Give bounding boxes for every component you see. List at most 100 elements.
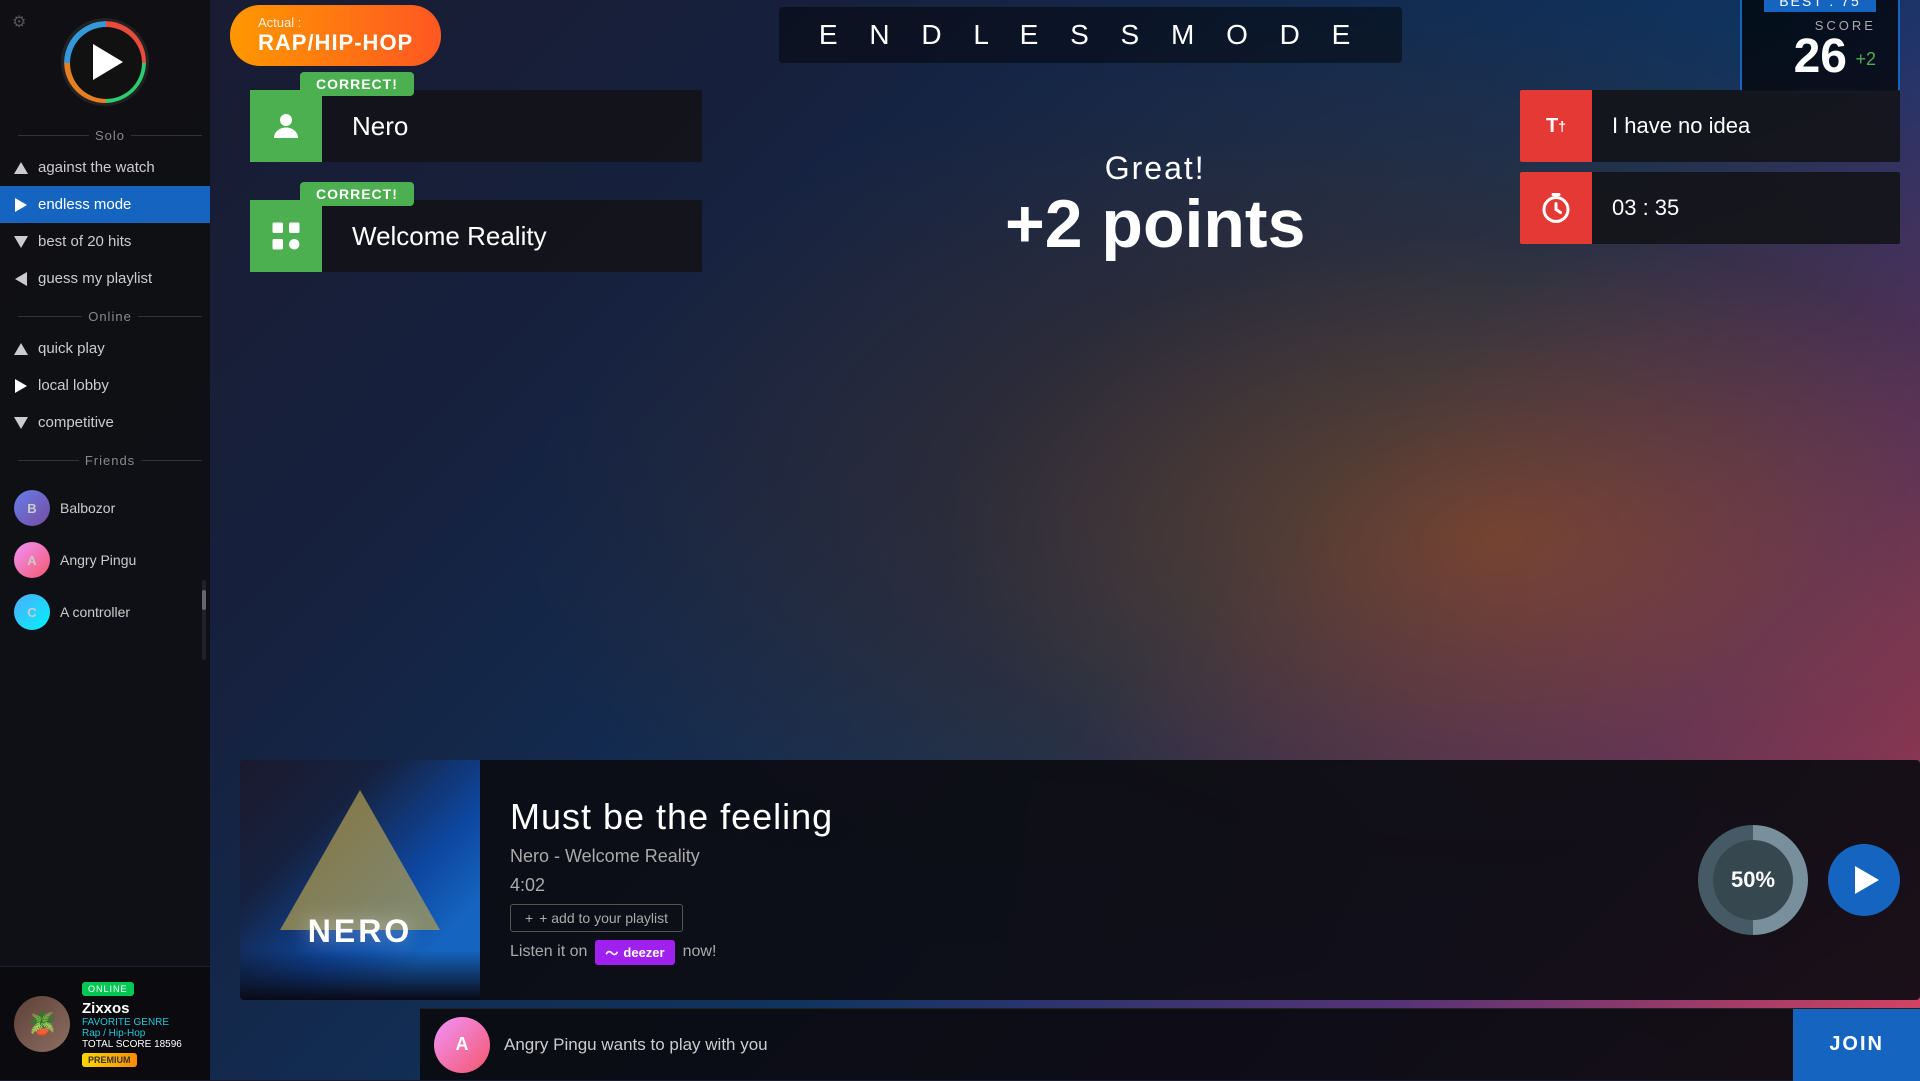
premium-badge: PREMIUM — [82, 1053, 137, 1067]
tri-right-icon-online — [14, 379, 28, 393]
answer-text-artist: Nero — [322, 90, 702, 162]
timer-icon — [1520, 172, 1592, 244]
correct-badge-artist: CORRECT! — [300, 72, 414, 96]
actual-label: Actual : — [258, 15, 413, 30]
pyramid-art — [280, 790, 440, 930]
progress-percent: 50% — [1731, 867, 1775, 893]
progress-circle-inner: 50% — [1713, 840, 1793, 920]
song-info: Must be the feeling Nero - Welcome Reali… — [480, 766, 1698, 995]
sidebar-item-label: best of 20 hits — [38, 233, 131, 250]
tri-right-icon — [14, 198, 28, 212]
mode-title: E N D L E S S M O D E — [779, 7, 1402, 63]
artist-name-art: NERO — [240, 913, 480, 950]
friend-item-angry-pingu[interactable]: A Angry Pingu — [0, 534, 210, 586]
right-panel: T† I have no idea 03 : 35 — [1500, 70, 1920, 264]
friend-name-a-controller: A controller — [60, 604, 130, 620]
play-button[interactable] — [1828, 844, 1900, 916]
friend-item-a-controller[interactable]: C A controller — [0, 586, 210, 638]
friend-avatar-a-controller: C — [14, 594, 50, 630]
best-score-line: BEST : 75 — [1764, 0, 1876, 12]
gear-icon[interactable]: ⚙ — [12, 12, 26, 32]
song-card: NERO Must be the feeling Nero - Welcome … — [240, 760, 1920, 1000]
listen-line: Listen it on 〜 deezer now! — [510, 940, 1668, 965]
sidebar-item-label: against the watch — [38, 159, 155, 176]
join-button[interactable]: JOIN — [1793, 1009, 1920, 1081]
deezer-badge[interactable]: 〜 deezer — [595, 940, 674, 965]
add-to-playlist-button[interactable]: + + add to your playlist — [510, 904, 683, 932]
sidebar-item-guess-my-playlist[interactable]: guess my playlist — [0, 260, 210, 297]
bottom-profile: 🪴 ONLINE Zixxos FAVORITE GENRE Rap / Hip… — [0, 966, 210, 1080]
album-icon — [268, 218, 304, 254]
friend-avatar-balbozor: B — [14, 490, 50, 526]
feedback-great: Great! — [1005, 150, 1305, 187]
profile-avatar: 🪴 — [14, 996, 70, 1052]
no-idea-label: I have no idea — [1592, 90, 1900, 162]
listen-suffix: now! — [683, 943, 717, 961]
friend-name-angry-pingu: Angry Pingu — [60, 552, 136, 568]
sidebar-item-label: guess my playlist — [38, 270, 152, 287]
song-album-art: NERO — [240, 760, 480, 1000]
tri-left-icon — [14, 272, 28, 286]
friends-list: B Balbozor A Angry Pingu C A controller — [0, 482, 210, 638]
sidebar-item-quick-play[interactable]: quick play — [0, 330, 210, 367]
add-playlist-label: + add to your playlist — [539, 910, 668, 926]
sidebar: Solo against the watch endless mode best… — [0, 0, 210, 1080]
friend-item-balbozor[interactable]: B Balbozor — [0, 482, 210, 534]
plus-icon: + — [525, 910, 533, 926]
sidebar-item-label: quick play — [38, 340, 105, 357]
online-badge: ONLINE — [82, 982, 134, 996]
profile-info: ONLINE Zixxos FAVORITE GENRE Rap / Hip-H… — [82, 979, 196, 1068]
answer-text-album: Welcome Reality — [322, 200, 702, 272]
progress-circle: 50% — [1698, 825, 1808, 935]
text-icon: T† — [1520, 90, 1592, 162]
answer-icon-album — [250, 200, 322, 272]
feedback-area: Great! +2 points — [1005, 150, 1305, 262]
sidebar-item-best-of-20-hits[interactable]: best of 20 hits — [0, 223, 210, 260]
profile-name: Zixxos — [82, 1000, 196, 1017]
timer-display: 03 : 35 — [1520, 172, 1900, 244]
online-section-label: Online — [0, 297, 210, 330]
person-icon — [268, 108, 304, 144]
profile-fav-genre: FAVORITE GENRE Rap / Hip-Hop — [82, 1017, 196, 1039]
logo-play-icon — [93, 44, 123, 80]
tri-up-icon-online — [14, 342, 28, 356]
play-icon — [1855, 866, 1879, 894]
feedback-points: +2 points — [1005, 187, 1305, 262]
actual-genre: RAP/HIP-HOP — [258, 30, 413, 56]
score-delta: +2 — [1855, 49, 1876, 69]
friend-name-balbozor: Balbozor — [60, 500, 115, 516]
scrollbar-thumb[interactable] — [202, 590, 206, 610]
deezer-label: deezer — [623, 945, 664, 960]
song-artist-album: Nero - Welcome Reality — [510, 846, 1668, 867]
friends-section-label: Friends — [0, 441, 210, 474]
main-content: Actual : RAP/HIP-HOP E N D L E S S M O D… — [210, 0, 1920, 1080]
listen-label: Listen it on — [510, 943, 587, 961]
top-bar: Actual : RAP/HIP-HOP E N D L E S S M O D… — [210, 0, 1920, 70]
friend-avatar-angry-pingu: A — [14, 542, 50, 578]
song-title: Must be the feeling — [510, 796, 1668, 838]
tri-down-icon-online — [14, 416, 28, 430]
sidebar-item-label: competitive — [38, 414, 114, 431]
no-idea-button[interactable]: T† I have no idea — [1520, 90, 1900, 162]
actual-badge: Actual : RAP/HIP-HOP — [230, 5, 441, 66]
sidebar-item-label: endless mode — [38, 196, 131, 213]
sidebar-item-against-the-watch[interactable]: against the watch — [0, 149, 210, 186]
timer-value: 03 : 35 — [1592, 172, 1900, 244]
sidebar-item-label: local lobby — [38, 377, 109, 394]
notification-bar: A Angry Pingu wants to play with you JOI… — [420, 1008, 1920, 1080]
app-logo[interactable] — [61, 18, 149, 106]
tri-up-icon — [14, 161, 28, 175]
notification-text: Angry Pingu wants to play with you — [504, 1035, 1793, 1055]
sidebar-item-competitive[interactable]: competitive — [0, 404, 210, 441]
notification-avatar: A — [434, 1017, 490, 1073]
logo-area — [0, 0, 210, 116]
answer-icon-person — [250, 90, 322, 162]
solo-section-label: Solo — [0, 116, 210, 149]
correct-badge-album: CORRECT! — [300, 182, 414, 206]
deezer-wave-icon: 〜 — [605, 943, 618, 962]
song-duration: 4:02 — [510, 875, 1668, 896]
sidebar-item-local-lobby[interactable]: local lobby — [0, 367, 210, 404]
profile-score: TOTAL SCORE 18596 — [82, 1039, 196, 1050]
clock-icon — [1538, 190, 1574, 226]
sidebar-item-endless-mode[interactable]: endless mode — [0, 186, 210, 223]
